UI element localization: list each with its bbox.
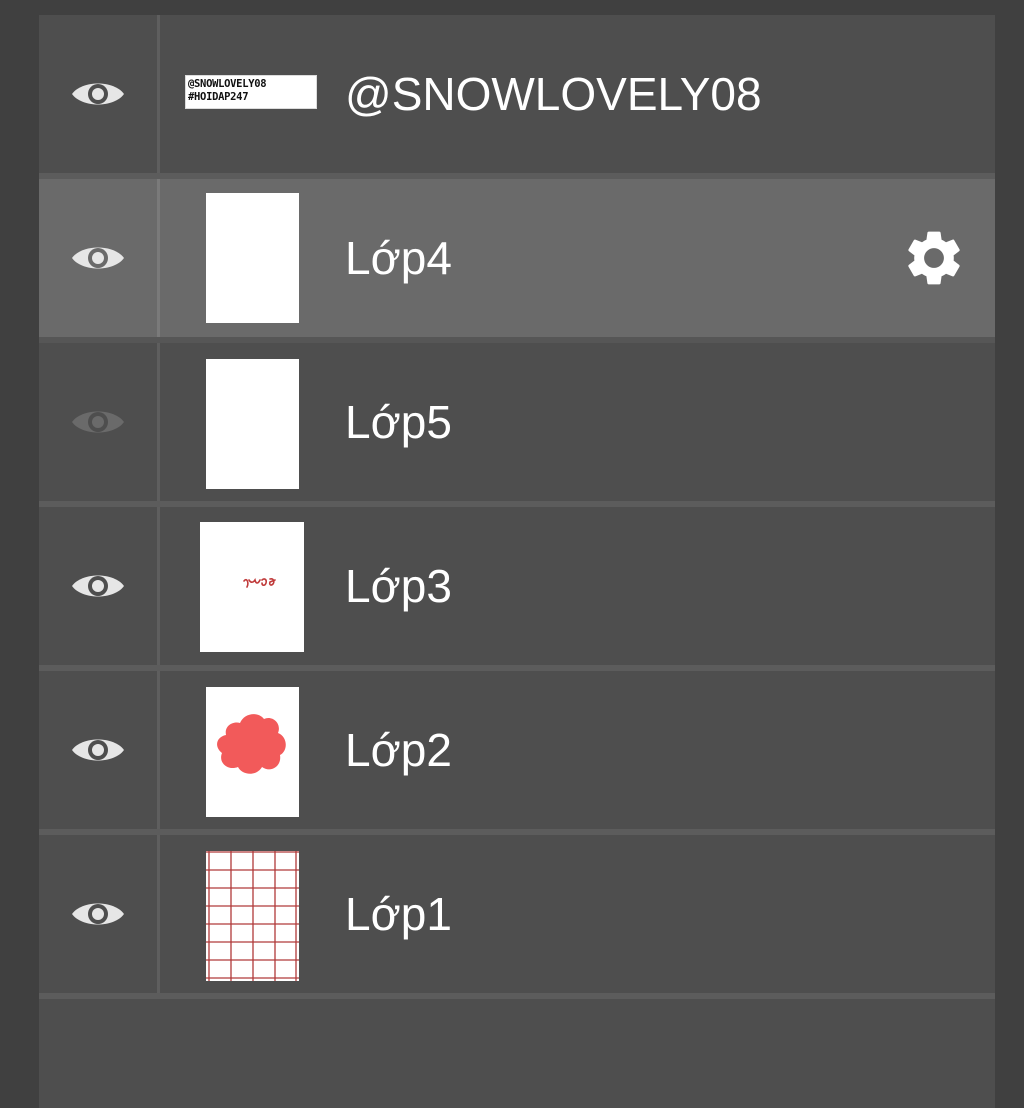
layer-thumbnail	[206, 193, 299, 323]
layer-thumbnail	[206, 359, 299, 489]
layer-name: Lớp5	[345, 396, 452, 448]
layer-thumbnail	[206, 851, 299, 981]
eye-icon[interactable]	[70, 240, 126, 276]
eye-icon[interactable]	[70, 732, 126, 768]
layer-name: Lớp2	[345, 724, 452, 776]
layer-thumbnail	[206, 687, 299, 817]
visibility-toggle[interactable]	[39, 15, 160, 173]
layer-name: @SNOWLOVELY08	[345, 68, 762, 120]
thumbnail-text-line-2: #HOIDAP247	[188, 91, 249, 103]
layer-row-lop5[interactable]: Lớp5	[39, 343, 995, 501]
visibility-toggle[interactable]	[39, 179, 160, 337]
visibility-toggle[interactable]	[39, 343, 160, 501]
visibility-toggle[interactable]	[39, 671, 160, 829]
layer-thumbnail: @SNOWLOVELY08 #HOIDAP247	[185, 75, 317, 109]
layer-row-lop1[interactable]: Lớp1	[39, 835, 995, 993]
thumbnail-text-line-1: @SNOWLOVELY08	[188, 78, 267, 90]
layer-name: Lớp4	[345, 232, 452, 284]
layers-panel: @SNOWLOVELY08 #HOIDAP247 @SNOWLOVELY08 L…	[39, 15, 995, 1108]
divider	[39, 993, 995, 999]
layer-row-lop2[interactable]: Lớp2	[39, 671, 995, 829]
layer-row-text[interactable]: @SNOWLOVELY08 #HOIDAP247 @SNOWLOVELY08	[39, 15, 995, 173]
layer-row-lop3[interactable]: Lớp3	[39, 507, 995, 665]
layer-row-lop4[interactable]: Lớp4	[39, 179, 995, 337]
visibility-toggle[interactable]	[39, 835, 160, 993]
visibility-toggle[interactable]	[39, 507, 160, 665]
eye-icon[interactable]	[70, 76, 126, 112]
layer-name: Lớp1	[345, 888, 452, 940]
layer-thumbnail	[200, 522, 304, 652]
eye-icon[interactable]	[70, 896, 126, 932]
gear-icon[interactable]	[901, 225, 967, 291]
eye-off-icon[interactable]	[70, 404, 126, 440]
eye-icon[interactable]	[70, 568, 126, 604]
layer-name: Lớp3	[345, 560, 452, 612]
